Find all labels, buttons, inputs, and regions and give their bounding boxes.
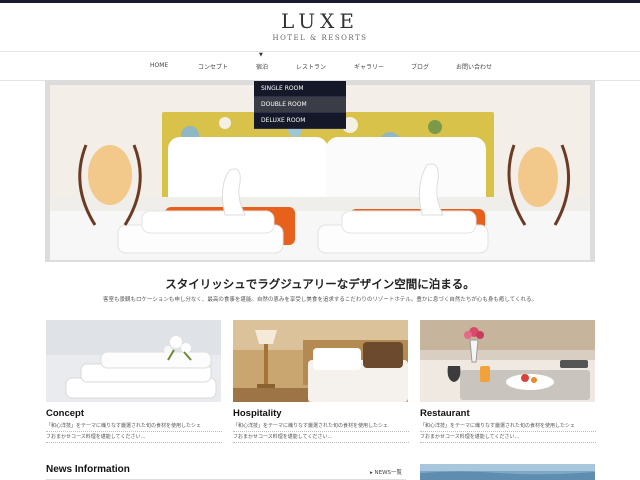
concept-text-line2: フおまかせコース料理を堪能してください… <box>46 432 222 443</box>
nav-contact[interactable]: お問い合わせ <box>456 62 492 71</box>
concept-text-line1: 「和心洋技」をテーマに織りなす厳選された旬の食材を使用したシェ <box>46 421 222 432</box>
hospitality-text-line2: フおまかせコース料理を堪能してください… <box>233 432 409 443</box>
restaurant-text-line1: 「和心洋技」をテーマに織りなす厳選された旬の食材を使用したシェ <box>420 421 596 432</box>
hospitality-text-line1: 「和心洋技」をテーマに織りなす厳選された旬の食材を使用したシェ <box>233 421 409 432</box>
logo-subtitle: HOTEL & RESORTS <box>272 34 368 42</box>
concept-image[interactable] <box>46 320 221 402</box>
intro-text: 客室も景観もロケーションも申し分なく、最高の食事を堪能。自然の恵みを享受し美食を… <box>102 297 538 303</box>
restaurant-text-line2: フおまかせコース料理を堪能してください… <box>420 432 596 443</box>
restaurant-title[interactable]: Restaurant <box>420 408 470 419</box>
site-logo[interactable]: LUXE HOTEL & RESORTS <box>0 10 640 42</box>
news-image[interactable] <box>420 464 595 480</box>
nav-home[interactable]: HOME <box>150 62 168 69</box>
logo-title: LUXE <box>281 9 359 33</box>
nav-active-caret-icon: ▼ <box>259 52 263 58</box>
hospitality-image[interactable] <box>233 320 408 402</box>
news-list-link[interactable]: ▸ NEWS一覧 <box>370 468 402 476</box>
dropdown-item-double-room[interactable]: DOUBLE ROOM <box>254 97 346 113</box>
dropdown-item-deluxe-room[interactable]: DELUXE ROOM <box>254 113 346 129</box>
nav-stay[interactable]: 宿泊 <box>256 62 268 71</box>
news-section-title: News Information <box>46 464 130 475</box>
nav-blog[interactable]: ブログ <box>411 62 429 71</box>
hero-tagline: スタイリッシュでラグジュアリーなデザイン空間に泊まる。 <box>165 277 475 291</box>
nav-concept[interactable]: コンセプト <box>198 62 228 71</box>
restaurant-image[interactable] <box>420 320 595 402</box>
stay-dropdown-menu: SINGLE ROOM DOUBLE ROOM DELUXE ROOM <box>254 81 346 129</box>
hospitality-title[interactable]: Hospitality <box>233 408 282 419</box>
dropdown-item-single-room[interactable]: SINGLE ROOM <box>254 81 346 97</box>
nav-gallery[interactable]: ギャラリー <box>354 62 384 71</box>
main-nav: HOME コンセプト 宿泊 レストラン ギャラリー ブログ お問い合わせ <box>0 52 640 80</box>
top-accent-bar <box>0 0 640 3</box>
concept-title[interactable]: Concept <box>46 408 84 419</box>
nav-restaurant[interactable]: レストラン <box>296 62 326 71</box>
